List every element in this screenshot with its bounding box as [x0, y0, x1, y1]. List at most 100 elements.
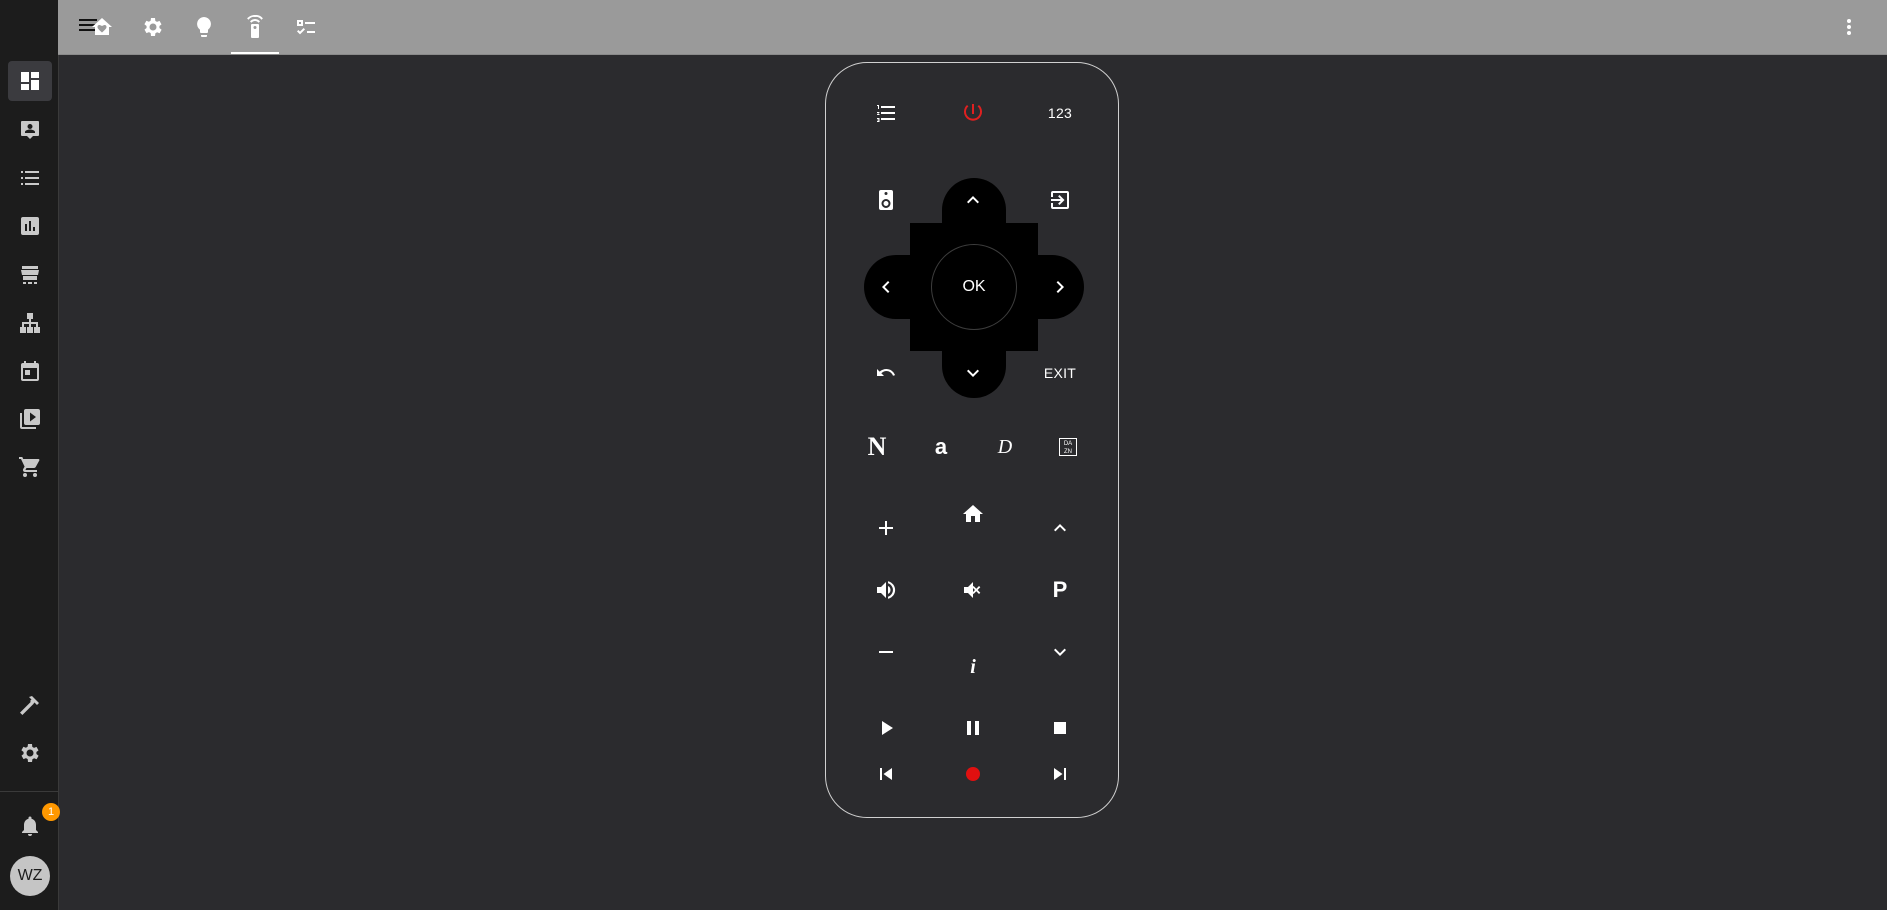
- dpad-left-button[interactable]: [864, 265, 908, 309]
- sidebar-item-calendar[interactable]: [8, 351, 52, 391]
- mute-button[interactable]: [951, 568, 995, 612]
- digits-button[interactable]: 123: [1038, 91, 1082, 135]
- stop-icon: [1054, 722, 1066, 734]
- channel-up-button[interactable]: [1038, 506, 1082, 550]
- pause-button[interactable]: [951, 706, 995, 750]
- plus-icon: [879, 521, 893, 535]
- channel-label: P: [1052, 577, 1068, 602]
- play-icon: [882, 721, 893, 735]
- info-button[interactable]: i: [951, 645, 995, 689]
- sidebar-divider: [0, 791, 58, 792]
- record-icon: [966, 767, 980, 781]
- channel-down-button[interactable]: [1038, 630, 1082, 674]
- skip-previous-button[interactable]: [864, 752, 908, 796]
- gear-icon: [144, 18, 162, 36]
- skip-next-icon: [1054, 768, 1066, 780]
- dpad-corner: [1006, 319, 1038, 351]
- info-label: i: [970, 655, 976, 678]
- dpad-down-button[interactable]: [951, 351, 995, 395]
- lightbulb-icon: [197, 17, 211, 37]
- developer-tools-button[interactable]: [8, 685, 52, 725]
- amazon-prime-button[interactable]: a: [919, 425, 963, 469]
- netflix-button[interactable]: N: [855, 425, 899, 469]
- bell-icon: [22, 816, 38, 836]
- volume-icon-button[interactable]: [864, 568, 908, 612]
- dazn-label: DA ZN: [1063, 441, 1073, 455]
- dashboard-icon: [21, 72, 39, 90]
- sidebar-item-energy[interactable]: [8, 110, 52, 150]
- format-list-numbered-icon: [877, 105, 895, 122]
- play-box-multiple-icon: [20, 409, 40, 429]
- ok-button[interactable]: OK: [931, 244, 1017, 330]
- remote-icon: [247, 15, 263, 38]
- settings-button[interactable]: [8, 733, 52, 773]
- home-button[interactable]: [951, 492, 995, 536]
- dpad-corner: [910, 223, 942, 255]
- chevron-left-icon: [882, 281, 890, 293]
- user-avatar[interactable]: WZ: [10, 856, 50, 896]
- dots-vertical-icon: [1847, 19, 1851, 35]
- top-app-bar: [58, 0, 1887, 55]
- sidebar-item-media[interactable]: [8, 399, 52, 439]
- undo-icon: [877, 369, 896, 376]
- disney-plus-button[interactable]: D: [983, 425, 1027, 469]
- hammer-icon: [20, 696, 39, 715]
- back-button[interactable]: [864, 351, 908, 395]
- menu-list-button[interactable]: [864, 91, 908, 135]
- tab-settings[interactable]: [129, 0, 177, 54]
- speaker-icon: [879, 190, 893, 210]
- notification-badge: 1: [42, 803, 60, 821]
- volume-mute-icon: [964, 582, 981, 598]
- sidebar-item-overview[interactable]: [8, 61, 52, 101]
- disney-label: D: [997, 435, 1013, 458]
- exit-button[interactable]: EXIT: [1038, 351, 1082, 395]
- account-box-icon: [21, 121, 39, 139]
- skip-previous-icon: [880, 768, 892, 780]
- notifications-button[interactable]: 1: [8, 803, 60, 846]
- tv-remote-card: OK 123 EXIT N a D DA ZN P i: [825, 62, 1119, 818]
- login-icon: [1051, 191, 1069, 209]
- sidebar: 1 WZ: [0, 0, 60, 910]
- sidebar-item-history[interactable]: [8, 206, 52, 246]
- cart-icon: [19, 457, 40, 477]
- dpad-corner: [910, 319, 942, 351]
- tab-checklist[interactable]: [282, 0, 330, 54]
- stop-button[interactable]: [1038, 706, 1082, 750]
- sidebar-item-map[interactable]: [8, 303, 52, 343]
- sidebar-item-logbook[interactable]: [8, 158, 52, 198]
- dpad-right-button[interactable]: [1038, 265, 1082, 309]
- gear-icon: [21, 744, 39, 762]
- tab-remote[interactable]: [231, 0, 279, 54]
- channel-button[interactable]: P: [1038, 568, 1082, 612]
- sitemap-icon: [20, 313, 40, 333]
- overflow-menu-button[interactable]: [1835, 13, 1863, 41]
- volume-up-button[interactable]: [864, 506, 908, 550]
- dazn-button[interactable]: DA ZN: [1046, 425, 1090, 469]
- dpad-up-button[interactable]: [951, 178, 995, 222]
- power-icon: [964, 104, 982, 121]
- chevron-right-icon: [1056, 281, 1064, 293]
- chevron-up-icon: [967, 196, 979, 204]
- sidebar-item-hacs[interactable]: [8, 255, 52, 295]
- hacs-store-icon: [21, 266, 39, 284]
- checklist-icon: [297, 20, 315, 35]
- chart-box-icon: [21, 217, 39, 235]
- skip-next-button[interactable]: [1038, 752, 1082, 796]
- record-button[interactable]: [951, 752, 995, 796]
- play-button[interactable]: [864, 706, 908, 750]
- sound-output-button[interactable]: [864, 178, 908, 222]
- sidebar-item-shopping[interactable]: [8, 447, 52, 487]
- minus-icon: [879, 651, 893, 653]
- tab-home[interactable]: [78, 0, 126, 54]
- source-input-button[interactable]: [1038, 178, 1082, 222]
- home-heart-icon: [92, 18, 112, 35]
- volume-down-button[interactable]: [864, 630, 908, 674]
- chevron-down-icon: [1054, 648, 1066, 656]
- pause-icon: [967, 721, 979, 735]
- dpad-corner: [1006, 223, 1038, 255]
- calendar-icon: [21, 361, 39, 381]
- chevron-up-icon: [1054, 524, 1066, 532]
- tab-lights[interactable]: [180, 0, 228, 54]
- power-button[interactable]: [951, 91, 995, 135]
- home-icon: [963, 505, 983, 522]
